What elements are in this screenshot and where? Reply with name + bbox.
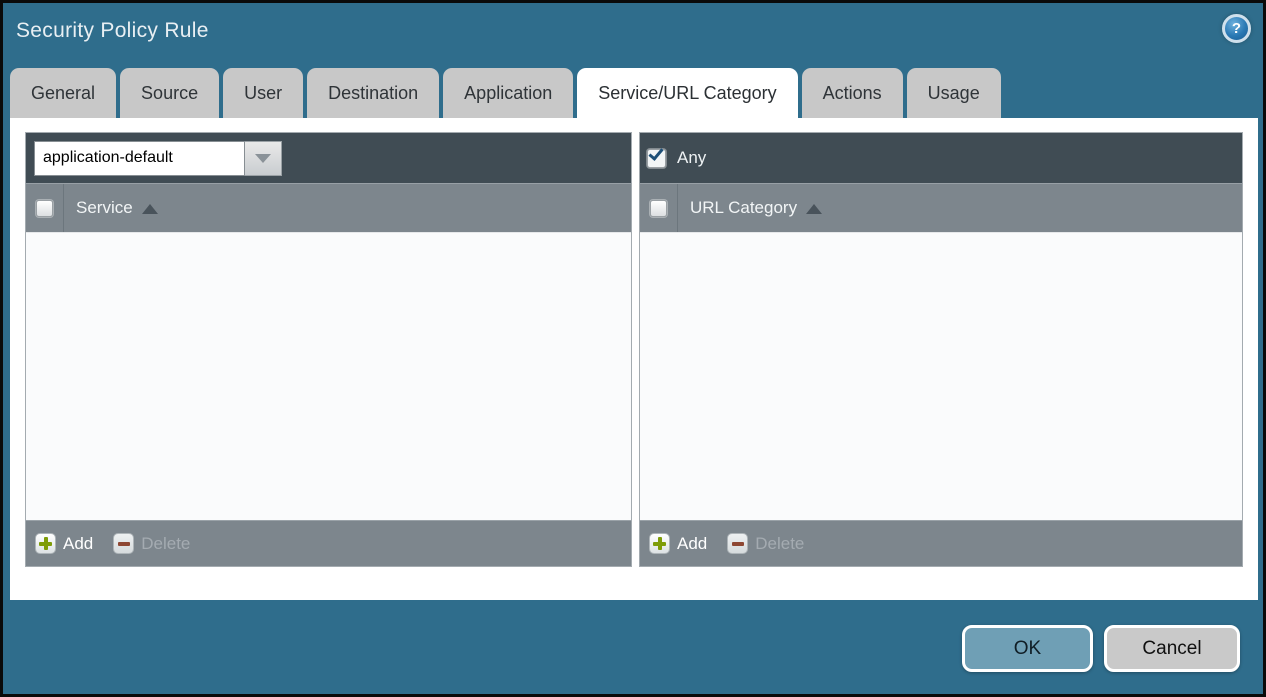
add-url-category-label: Add: [677, 534, 707, 554]
any-url-category-checkbox[interactable]: [647, 149, 666, 168]
help-icon-glyph: ?: [1232, 20, 1241, 37]
plus-icon: [649, 533, 670, 554]
select-all-url-categories-checkbox[interactable]: [650, 200, 667, 217]
service-type-combo: [34, 141, 282, 176]
tab-service-url-category[interactable]: Service/URL Category: [577, 68, 797, 118]
tab-content: Service Add Delete: [10, 118, 1258, 600]
service-type-dropdown-button[interactable]: [245, 141, 282, 176]
tab-strip: General Source User Destination Applicat…: [10, 68, 1001, 118]
url-category-panel: Any URL Category Add Delete: [639, 132, 1243, 567]
delete-service-button[interactable]: Delete: [113, 533, 190, 554]
dialog-title: Security Policy Rule: [16, 19, 209, 43]
security-policy-rule-dialog: Security Policy Rule ? General Source Us…: [0, 0, 1266, 697]
tab-general[interactable]: General: [10, 68, 116, 118]
minus-icon: [727, 533, 748, 554]
service-type-input[interactable]: [34, 141, 245, 176]
cancel-button[interactable]: Cancel: [1104, 625, 1240, 672]
help-icon[interactable]: ?: [1222, 14, 1251, 43]
service-panel: Service Add Delete: [25, 132, 632, 567]
add-url-category-button[interactable]: Add: [649, 533, 707, 554]
url-category-select-all-cell: [640, 184, 678, 232]
service-column-label: Service: [76, 198, 133, 218]
url-category-column-label: URL Category: [690, 198, 797, 218]
delete-url-category-button[interactable]: Delete: [727, 533, 804, 554]
add-service-button[interactable]: Add: [35, 533, 93, 554]
plus-icon: [35, 533, 56, 554]
url-category-panel-footer: Add Delete: [640, 520, 1242, 566]
chevron-down-icon: [255, 154, 271, 163]
add-service-label: Add: [63, 534, 93, 554]
service-select-all-cell: [26, 184, 64, 232]
url-category-panel-header: Any: [640, 133, 1242, 183]
sort-ascending-icon: [142, 204, 158, 214]
url-category-column-header[interactable]: URL Category: [678, 184, 822, 232]
tab-application[interactable]: Application: [443, 68, 573, 118]
tab-destination[interactable]: Destination: [307, 68, 439, 118]
url-category-list: [640, 232, 1242, 520]
service-column-header-row: Service: [26, 183, 631, 232]
checkmark-icon: [648, 145, 663, 161]
tab-user[interactable]: User: [223, 68, 303, 118]
minus-icon: [113, 533, 134, 554]
tab-source[interactable]: Source: [120, 68, 219, 118]
any-label: Any: [677, 148, 706, 168]
select-all-services-checkbox[interactable]: [36, 200, 53, 217]
tab-actions[interactable]: Actions: [802, 68, 903, 118]
ok-button[interactable]: OK: [962, 625, 1093, 672]
sort-ascending-icon: [806, 204, 822, 214]
delete-service-label: Delete: [141, 534, 190, 554]
url-category-column-header-row: URL Category: [640, 183, 1242, 232]
tab-usage[interactable]: Usage: [907, 68, 1001, 118]
delete-url-category-label: Delete: [755, 534, 804, 554]
service-panel-footer: Add Delete: [26, 520, 631, 566]
service-column-header[interactable]: Service: [64, 184, 158, 232]
service-panel-header: [26, 133, 631, 183]
service-list: [26, 232, 631, 520]
